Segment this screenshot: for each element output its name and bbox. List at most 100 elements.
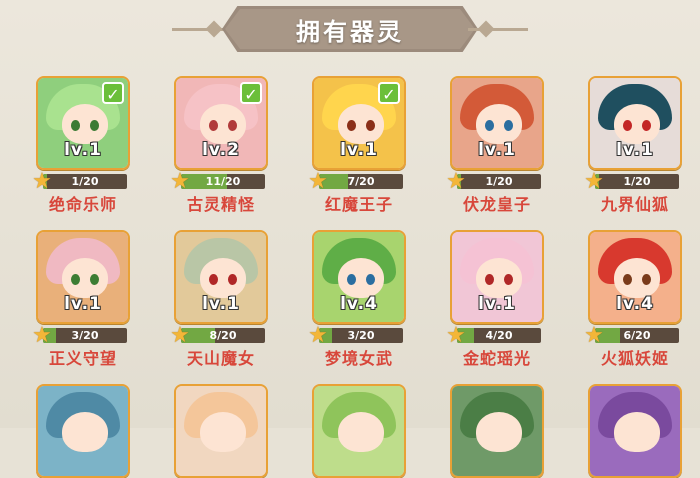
spirit-portrait[interactable]: lv.4 [588, 230, 682, 324]
spirit-name: 九界仙狐 [600, 195, 669, 214]
star-icon: ★ [308, 169, 328, 194]
character-face [338, 258, 384, 298]
character-face [200, 412, 246, 452]
character-eye [71, 274, 80, 285]
shard-progress-bar: 11/20 [181, 174, 265, 189]
progress-text: 3/20 [347, 329, 375, 342]
star-icon: ★ [584, 169, 604, 194]
spirit-portrait[interactable]: lv.2 ✓ [174, 76, 268, 170]
star-icon: ★ [170, 323, 190, 348]
character-eye [642, 274, 651, 285]
spirit-name: 梦境女武 [324, 349, 393, 368]
spirit-card[interactable] [171, 384, 271, 478]
character-eye [90, 120, 99, 131]
spirit-card[interactable] [309, 384, 409, 478]
spirit-card[interactable]: lv.1 1/20 ★ 伏龙皇子 [446, 76, 547, 215]
character-eye [347, 274, 356, 285]
owned-check-icon: ✓ [102, 82, 124, 104]
spirit-portrait[interactable]: lv.1 [450, 230, 544, 324]
character-eye [228, 274, 237, 285]
spirit-card[interactable]: lv.1 4/20 ★ 金蛇瑶光 [446, 230, 547, 369]
spirit-card[interactable]: lv.1 1/20 ★ 九界仙狐 [584, 76, 685, 215]
spirit-card[interactable] [33, 384, 133, 478]
spirit-portrait[interactable]: lv.1 [36, 230, 130, 324]
character-eye [347, 120, 356, 131]
level-label: lv.1 [616, 140, 654, 160]
spirit-portrait[interactable]: lv.1 ✓ [312, 76, 406, 170]
character-face [200, 258, 246, 298]
spirit-portrait[interactable] [450, 384, 544, 478]
spirit-name: 红魔王子 [324, 195, 393, 214]
star-icon: ★ [446, 169, 466, 194]
shard-progress-bar: 7/20 [319, 174, 403, 189]
spirit-card[interactable]: lv.1 3/20 ★ 正义守望 [32, 230, 133, 369]
character-eye [623, 274, 632, 285]
spirit-name: 正义守望 [48, 349, 117, 368]
spirit-card[interactable]: lv.2 ✓ 11/20 ★ 古灵精怪 [170, 76, 271, 215]
spirit-portrait[interactable] [588, 384, 682, 478]
shard-progress-bar: 1/20 [43, 174, 127, 189]
character-face [62, 412, 108, 452]
spirit-portrait[interactable]: lv.4 [312, 230, 406, 324]
character-eye [642, 120, 651, 131]
progress-text: 7/20 [347, 175, 375, 188]
star-icon: ★ [446, 323, 466, 348]
level-label: lv.4 [340, 294, 378, 314]
spirit-name: 古灵精怪 [186, 195, 255, 214]
character-face [338, 412, 384, 452]
character-eye [504, 274, 513, 285]
spirit-card[interactable]: lv.4 6/20 ★ 火狐妖姬 [584, 230, 685, 369]
level-label: lv.1 [202, 294, 240, 314]
shard-progress-bar: 1/20 [595, 174, 679, 189]
character-eye [228, 120, 237, 131]
star-icon: ★ [32, 169, 52, 194]
shard-progress-bar: 4/20 [457, 328, 541, 343]
level-label: lv.2 [202, 140, 240, 160]
spirit-card[interactable]: lv.1 8/20 ★ 天山魔女 [170, 230, 271, 369]
character-eye [485, 120, 494, 131]
character-face [476, 104, 522, 144]
level-label: lv.1 [64, 140, 102, 160]
spirit-portrait[interactable]: lv.1 [174, 230, 268, 324]
level-label: lv.1 [478, 140, 516, 160]
character-eye [366, 120, 375, 131]
character-eye [623, 120, 632, 131]
progress-text: 6/20 [623, 329, 651, 342]
spirit-card[interactable]: lv.1 ✓ 1/20 ★ 绝命乐师 [32, 76, 133, 215]
spirit-portrait[interactable] [312, 384, 406, 478]
progress-text: 11/20 [205, 175, 241, 188]
star-icon: ★ [308, 323, 328, 348]
level-label: lv.1 [64, 294, 102, 314]
character-eye [90, 274, 99, 285]
spirit-card[interactable] [585, 384, 685, 478]
character-eye [71, 120, 80, 131]
shard-progress-bar: 1/20 [457, 174, 541, 189]
spirit-card[interactable]: lv.4 3/20 ★ 梦境女武 [308, 230, 409, 369]
spirit-portrait[interactable] [174, 384, 268, 478]
spirit-portrait[interactable] [36, 384, 130, 478]
spirit-card[interactable]: lv.1 ✓ 7/20 ★ 红魔王子 [308, 76, 409, 215]
spirit-grid: lv.1 ✓ 1/20 ★ 绝命乐师 lv.2 ✓ 11/20 ★ 古灵精怪 lv.1 ✓ 7/20 ★ 红… [0, 0, 700, 478]
spirit-portrait[interactable]: lv.1 ✓ [36, 76, 130, 170]
owned-check-icon: ✓ [378, 82, 400, 104]
progress-text: 3/20 [71, 329, 99, 342]
character-face [614, 104, 660, 144]
owned-check-icon: ✓ [240, 82, 262, 104]
level-label: lv.1 [478, 294, 516, 314]
shard-progress-bar: 3/20 [43, 328, 127, 343]
spirit-name: 天山魔女 [186, 349, 255, 368]
character-face [62, 258, 108, 298]
level-label: lv.1 [340, 140, 378, 160]
spirit-portrait[interactable]: lv.1 [450, 76, 544, 170]
spirit-name: 火狐妖姬 [600, 349, 669, 368]
spirit-portrait[interactable]: lv.1 [588, 76, 682, 170]
progress-text: 1/20 [623, 175, 651, 188]
character-face [614, 412, 660, 452]
star-icon: ★ [32, 323, 52, 348]
character-face [476, 258, 522, 298]
progress-text: 1/20 [71, 175, 99, 188]
shard-progress-bar: 6/20 [595, 328, 679, 343]
spirit-card[interactable] [447, 384, 547, 478]
level-label: lv.4 [616, 294, 654, 314]
spirit-name: 绝命乐师 [48, 195, 117, 214]
